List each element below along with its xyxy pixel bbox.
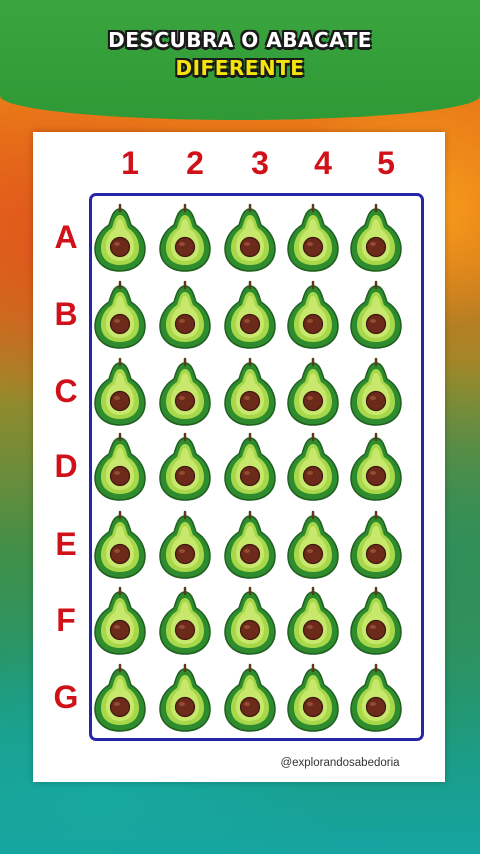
avocado-icon-A2[interactable] bbox=[154, 203, 216, 273]
row-label-A: A bbox=[54, 219, 78, 255]
row-label-C: C bbox=[54, 373, 78, 409]
avocado-icon-C1[interactable] bbox=[89, 357, 151, 427]
column-label-2: 2 bbox=[186, 145, 204, 181]
avocado-icon-A5[interactable] bbox=[345, 203, 407, 273]
column-label-3: 3 bbox=[251, 145, 269, 181]
avocado-icon-E5[interactable] bbox=[345, 510, 407, 580]
avocado-icon-G4[interactable] bbox=[282, 663, 344, 733]
avocado-icon-C4[interactable] bbox=[282, 357, 344, 427]
avocado-icon-D3[interactable] bbox=[219, 432, 281, 502]
row-label-B: B bbox=[54, 296, 78, 332]
avocado-icon-F2[interactable] bbox=[154, 586, 216, 656]
avocado-icon-B4[interactable] bbox=[282, 280, 344, 350]
avocado-icon-F3[interactable] bbox=[219, 586, 281, 656]
avocado-icon-E2[interactable] bbox=[154, 510, 216, 580]
column-label-5: 5 bbox=[377, 145, 395, 181]
column-label-1: 1 bbox=[121, 145, 139, 181]
row-label-E: E bbox=[55, 526, 77, 562]
avocado-icon-A1[interactable] bbox=[89, 203, 151, 273]
avocado-icon-F4[interactable] bbox=[282, 586, 344, 656]
avocado-icon-D4[interactable] bbox=[282, 432, 344, 502]
avocado-icon-G3[interactable] bbox=[219, 663, 281, 733]
avocado-icon-C5[interactable] bbox=[345, 357, 407, 427]
column-label-4: 4 bbox=[314, 145, 332, 181]
avocado-icon-F5[interactable] bbox=[345, 586, 407, 656]
avocado-icon-B2[interactable] bbox=[154, 280, 216, 350]
avocado-icon-C3[interactable] bbox=[219, 357, 281, 427]
title-line-1: DESCUBRA O ABACATE bbox=[108, 28, 372, 52]
avocado-icon-D5[interactable] bbox=[345, 432, 407, 502]
avocado-icon-C2[interactable] bbox=[154, 357, 216, 427]
avocado-icon-A4[interactable] bbox=[282, 203, 344, 273]
avocado-icon-E4[interactable] bbox=[282, 510, 344, 580]
avocado-icon-E1[interactable] bbox=[89, 510, 151, 580]
avocado-icon-D1[interactable] bbox=[89, 432, 151, 502]
row-label-G: G bbox=[53, 679, 79, 715]
avocado-icon-B1[interactable] bbox=[89, 280, 151, 350]
avocado-icon-B3[interactable] bbox=[219, 280, 281, 350]
avocado-icon-G2[interactable] bbox=[154, 663, 216, 733]
avocado-icon-F1[interactable] bbox=[89, 586, 151, 656]
avocado-icon-G5[interactable] bbox=[345, 663, 407, 733]
avocado-icon-D2[interactable] bbox=[154, 432, 216, 502]
avocado-icon-A3[interactable] bbox=[219, 203, 281, 273]
title-line-2: DIFERENTE bbox=[175, 56, 305, 80]
row-label-F: F bbox=[56, 602, 76, 638]
avocado-icon-E3[interactable] bbox=[219, 510, 281, 580]
watermark: @explorandosabedoria bbox=[280, 757, 400, 769]
avocado-icon-B5[interactable] bbox=[345, 280, 407, 350]
row-label-D: D bbox=[54, 448, 78, 484]
avocado-icon-G1[interactable] bbox=[89, 663, 151, 733]
